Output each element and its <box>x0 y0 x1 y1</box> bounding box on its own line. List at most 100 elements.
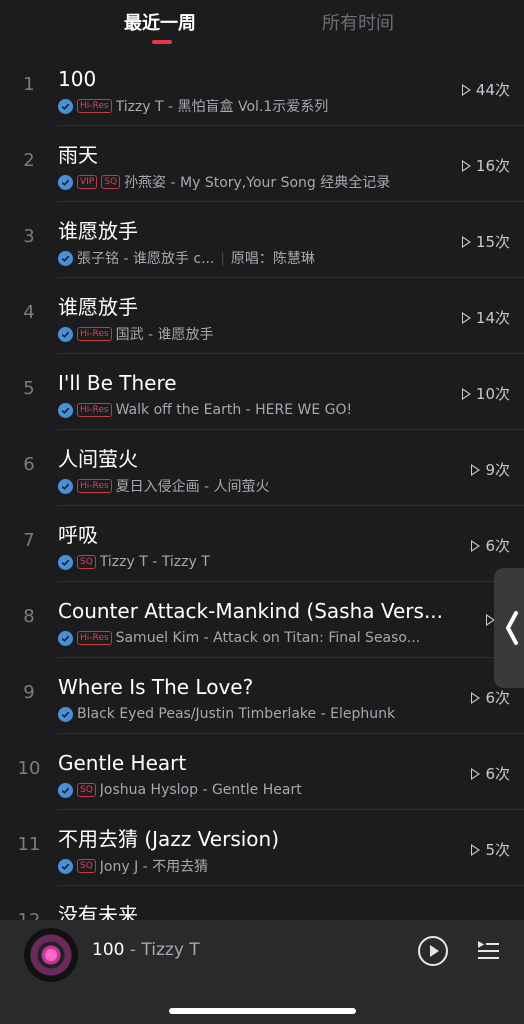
play-count: 9次 <box>471 459 510 480</box>
song-meta: Hi-Res Walk off the Earth - HERE WE GO! <box>58 400 352 420</box>
song-artist-album: 国武 - 谁愿放手 <box>115 327 214 343</box>
play-count: 6次 <box>471 687 510 708</box>
quality-badge: SQ <box>101 175 121 189</box>
playlist-icon[interactable] <box>476 938 500 962</box>
song-title: I'll Be There <box>58 371 177 395</box>
song-artist-album: Tizzy T - 黑怕盲盒 Vol.1示爱系列 <box>115 99 329 115</box>
check-circle-icon <box>58 98 73 114</box>
song-row[interactable]: 1 100 Hi-Res Tizzy T - 黑怕盲盒 Vol.1示爱系列 44次 <box>0 50 524 126</box>
quality-badge: SQ <box>77 859 96 873</box>
quality-badge: VIP <box>77 175 98 189</box>
song-rank: 2 <box>23 150 35 171</box>
song-artist-album: Jony J - 不用去猜 <box>99 859 209 875</box>
song-title: 雨天 <box>58 143 98 167</box>
song-meta: Hi-Res Samuel Kim - Attack on Titan: Fina… <box>58 628 420 648</box>
play-count-text: 6次 <box>485 537 510 555</box>
check-circle-icon <box>58 706 73 722</box>
play-count-text: 9次 <box>485 461 510 479</box>
play-count-text: 14次 <box>475 309 510 327</box>
play-count: 15次 <box>461 231 510 252</box>
song-row[interactable]: 2 雨天 VIP SQ 孙燕姿 - My Story,Your Song 经典全记录 16… <box>0 126 524 202</box>
song-rank: 4 <box>23 302 35 323</box>
song-row[interactable]: 10 Gentle Heart SQ Joshua Hyslop - Gentle H… <box>0 734 524 810</box>
play-triangle-icon <box>471 463 481 476</box>
song-row[interactable]: 3 谁愿放手 張子铭 - 谁愿放手 c... | 原唱：陈慧琳 15次 <box>0 202 524 278</box>
song-list[interactable]: 1 100 Hi-Res Tizzy T - 黑怕盲盒 Vol.1示爱系列 44次 2 雨天… <box>0 50 524 920</box>
check-circle-icon <box>58 554 73 570</box>
song-artist-album: Samuel Kim - Attack on Titan: Final Seas… <box>115 630 421 646</box>
song-meta: VIP SQ 孙燕姿 - My Story,Your Song 经典全记录 <box>58 172 390 192</box>
play-count: 6次 <box>471 763 510 784</box>
play-triangle-icon <box>471 843 481 856</box>
quality-badge: Hi-Res <box>77 631 112 645</box>
song-row[interactable]: 4 谁愿放手 Hi-Res 国武 - 谁愿放手 14次 <box>0 278 524 354</box>
tab-active-indicator <box>152 40 172 44</box>
now-playing-separator: - <box>129 940 136 960</box>
song-title: Gentle Heart <box>58 751 187 775</box>
check-circle-icon <box>58 782 73 798</box>
song-meta: SQ Jony J - 不用去猜 <box>58 856 208 876</box>
song-meta: 張子铭 - 谁愿放手 c... | 原唱：陈慧琳 <box>58 248 315 268</box>
play-count: 16次 <box>461 155 510 176</box>
song-title: 人间萤火 <box>58 447 138 471</box>
play-count-text: 5次 <box>485 841 510 859</box>
song-title: 呼吸 <box>58 523 98 547</box>
check-circle-icon <box>58 858 73 874</box>
play-button[interactable] <box>418 936 448 966</box>
song-rank: 6 <box>23 454 35 475</box>
play-count-text: 44次 <box>475 81 510 99</box>
quality-badge: Hi-Res <box>77 327 112 341</box>
play-triangle-icon <box>471 539 481 552</box>
song-artist-album: 張子铭 - 谁愿放手 c... <box>77 251 215 267</box>
chevron-left-icon <box>506 611 518 645</box>
song-artist-album: 孙燕姿 - My Story,Your Song 经典全记录 <box>124 175 391 191</box>
play-count: 6次 <box>471 535 510 556</box>
song-artist-album: Tizzy T - Tizzy T <box>99 554 210 570</box>
song-meta: SQ Tizzy T - Tizzy T <box>58 552 210 572</box>
tab-all-time[interactable]: 所有时间 <box>322 12 394 36</box>
now-playing-title: 100 <box>92 940 125 960</box>
tab-last-week[interactable]: 最近一周 <box>124 12 196 36</box>
song-row[interactable]: 9 Where Is The Love? Black Eyed Peas/Justi… <box>0 658 524 734</box>
divider: | <box>220 250 225 266</box>
now-playing-text[interactable]: 100 - Tizzy T <box>92 940 200 960</box>
side-drawer-handle[interactable] <box>494 568 524 688</box>
song-title: Where Is The Love? <box>58 675 254 699</box>
song-meta: Hi-Res Tizzy T - 黑怕盲盒 Vol.1示爱系列 <box>58 96 328 116</box>
song-row[interactable]: 7 呼吸 SQ Tizzy T - Tizzy T 6次 <box>0 506 524 582</box>
song-row[interactable]: 6 人间萤火 Hi-Res 夏日入侵企画 - 人间萤火 9次 <box>0 430 524 506</box>
play-triangle-icon <box>461 83 471 96</box>
song-row[interactable]: 8 Counter Attack-Mankind (Sasha Vers... Hi… <box>0 582 524 658</box>
song-meta: SQ Joshua Hyslop - Gentle Heart <box>58 780 302 800</box>
check-circle-icon <box>58 402 73 418</box>
play-count-text: 16次 <box>475 157 510 175</box>
check-circle-icon <box>58 326 73 342</box>
play-triangle-icon <box>461 387 471 400</box>
song-row[interactable]: 5 I'll Be There Hi-Res Walk off the Earth -… <box>0 354 524 430</box>
song-artist-album: Joshua Hyslop - Gentle Heart <box>99 782 302 798</box>
song-row[interactable]: 11 不用去猜 (Jazz Version) SQ Jony J - 不用去猜 5次 <box>0 810 524 886</box>
song-rank: 9 <box>23 682 35 703</box>
song-row[interactable]: 12没有未来 <box>0 886 524 920</box>
play-count-text: 6次 <box>485 765 510 783</box>
song-rank: 11 <box>17 834 41 855</box>
quality-badge: Hi-Res <box>77 99 112 113</box>
song-meta: Black Eyed Peas/Justin Timberlake - Elep… <box>58 704 395 724</box>
song-title: 100 <box>58 67 97 91</box>
check-circle-icon <box>58 478 73 494</box>
quality-badge: SQ <box>77 555 96 569</box>
play-count-text: 6次 <box>485 689 510 707</box>
song-rank: 8 <box>23 606 35 627</box>
song-rank: 10 <box>17 758 41 779</box>
play-triangle-icon <box>471 767 481 780</box>
play-triangle-icon <box>461 311 471 324</box>
song-title: 谁愿放手 <box>58 219 138 243</box>
play-count: 10次 <box>461 383 510 404</box>
song-rank: 3 <box>23 226 35 247</box>
song-rank: 12 <box>0 910 58 920</box>
song-artist-album: Black Eyed Peas/Justin Timberlake - Elep… <box>77 706 396 722</box>
quality-badge: SQ <box>77 783 96 797</box>
song-title: 谁愿放手 <box>58 295 138 319</box>
album-art[interactable] <box>24 928 78 982</box>
check-circle-icon <box>58 174 73 190</box>
